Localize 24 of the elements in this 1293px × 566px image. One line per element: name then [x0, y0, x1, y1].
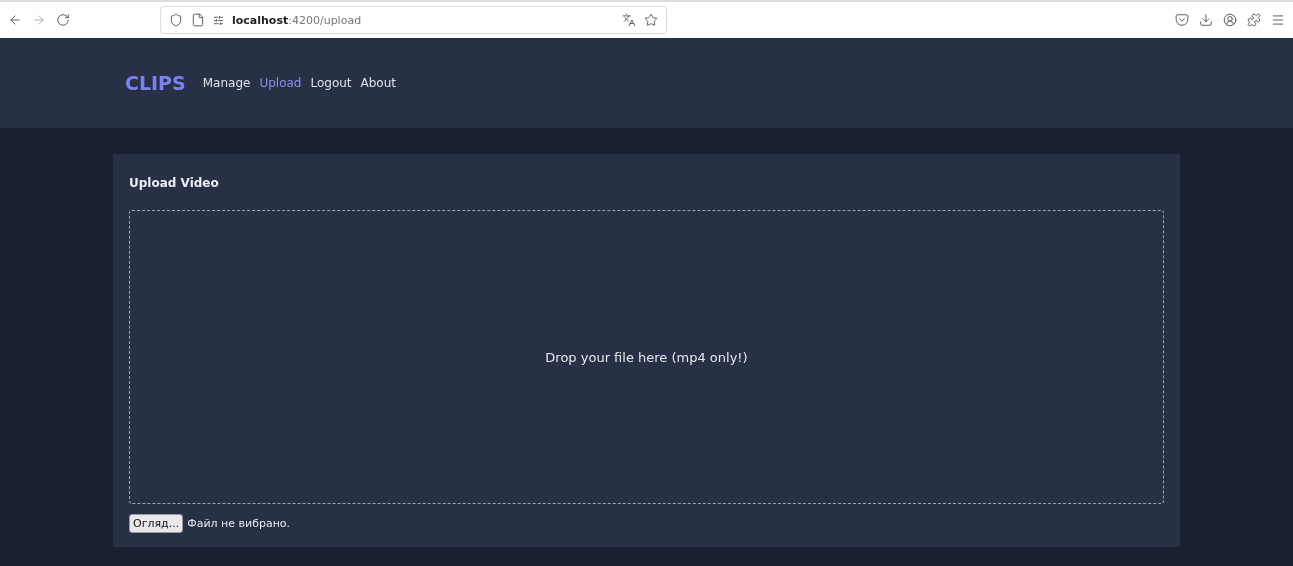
- brand-logo[interactable]: CLIPS: [125, 72, 186, 94]
- drop-zone[interactable]: Drop your file here (mp4 only!): [129, 210, 1164, 504]
- reload-icon[interactable]: [56, 13, 70, 27]
- extensions-icon[interactable]: [1247, 13, 1261, 27]
- menu-icon[interactable]: [1271, 13, 1285, 27]
- file-status: Файл не вибрано.: [187, 517, 291, 530]
- page-icon[interactable]: [191, 13, 205, 27]
- card-title: Upload Video: [129, 176, 220, 190]
- download-icon[interactable]: [1199, 13, 1213, 27]
- translate-icon[interactable]: [621, 13, 636, 27]
- nav-link[interactable]: Upload: [259, 76, 302, 90]
- bookmark-star-icon[interactable]: [643, 13, 658, 27]
- account-icon[interactable]: [1223, 13, 1237, 27]
- nav-link[interactable]: About: [360, 76, 397, 90]
- shield-icon[interactable]: [169, 13, 183, 27]
- address-bar[interactable]: localhost:4200/upload: [160, 6, 667, 34]
- url-text: localhost:4200/upload: [232, 13, 362, 27]
- back-icon[interactable]: [8, 13, 22, 27]
- permissions-icon[interactable]: [213, 14, 224, 26]
- pocket-icon[interactable]: [1175, 13, 1189, 27]
- nav-link[interactable]: Manage: [202, 76, 251, 90]
- drop-zone-text: Drop your file here (mp4 only!): [545, 349, 748, 365]
- browse-button[interactable]: Огляд...: [129, 514, 184, 533]
- nav-link[interactable]: Logout: [310, 76, 352, 90]
